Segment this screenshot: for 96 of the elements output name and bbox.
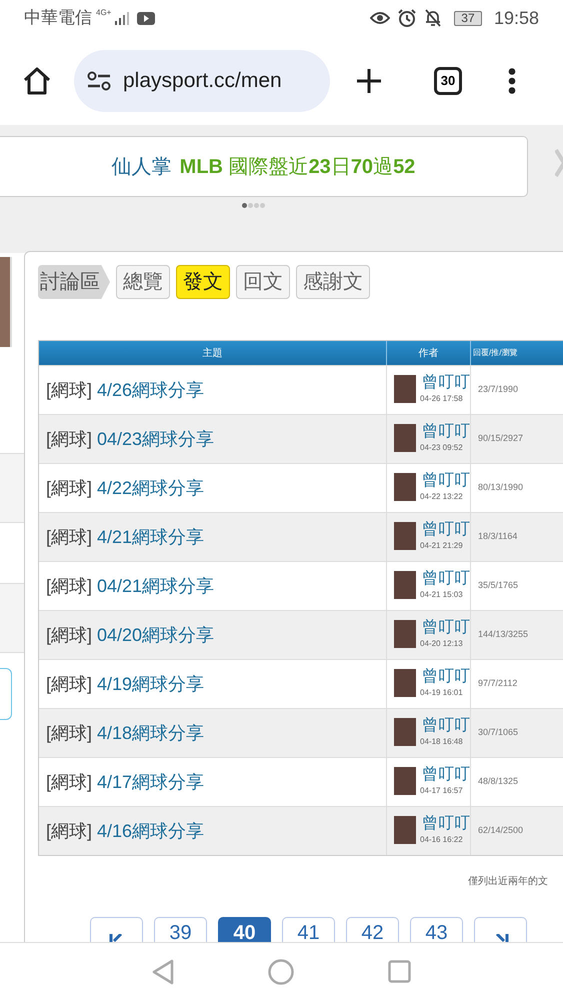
stats-text: 35/5/1765 — [478, 579, 518, 592]
author-link[interactable]: 曾叮叮 — [422, 423, 470, 441]
stats-text: 62/14/2500 — [478, 824, 524, 838]
carrier-name: 中華電信 — [24, 7, 92, 30]
post-time: 04-21 15:03 — [420, 589, 464, 601]
site-settings-icon — [87, 70, 111, 90]
stats-text: 23/7/1990 — [478, 383, 518, 396]
avatar-placeholder — [394, 718, 416, 746]
category-tag: [網球] — [46, 376, 92, 404]
stats-text: 97/7/2112 — [478, 677, 518, 690]
post-time: 04-22 13:22 — [420, 491, 464, 503]
category-tag: [網球] — [46, 622, 92, 648]
category-tag: [網球] — [46, 426, 92, 452]
analyst-name: 仙人掌 — [112, 154, 172, 180]
post-time: 04-23 09:52 — [420, 442, 464, 454]
address-bar[interactable]: playsport.cc/men — [74, 50, 330, 112]
post-title-link[interactable]: 04/21網球分享 — [97, 572, 214, 600]
post-time: 04-21 21:29 — [420, 540, 464, 552]
page-button[interactable]: 42 — [346, 917, 399, 944]
avatar-placeholder — [394, 620, 416, 648]
post-title-link[interactable]: 04/20網球分享 — [97, 622, 214, 648]
author-link[interactable]: 曾叮叮 — [422, 619, 470, 637]
battery-level: 37 — [454, 10, 482, 26]
tab[interactable]: 回文 — [236, 265, 290, 299]
tab-count-button[interactable]: 30 — [434, 66, 462, 94]
page-button[interactable]: 40 — [218, 917, 271, 944]
stats-text: 30/7/1065 — [478, 726, 518, 740]
home-icon[interactable] — [22, 66, 52, 96]
category-tag: [網球] — [46, 474, 92, 502]
side-button[interactable] — [0, 668, 12, 720]
signal-icon — [115, 11, 130, 25]
category-tag: [網球] — [46, 720, 92, 746]
plus-icon[interactable] — [356, 68, 382, 94]
post-title-link[interactable]: 4/18網球分享 — [97, 720, 204, 746]
stats-text: 80/13/1990 — [478, 481, 524, 494]
clock-time: 19:58 — [494, 6, 539, 30]
author-link[interactable]: 曾叮叮 — [422, 668, 470, 686]
tab[interactable]: 總覽 — [116, 265, 170, 299]
avatar-placeholder — [394, 522, 416, 550]
page-button[interactable]: 41 — [282, 917, 335, 944]
footnote-text: 僅列出近兩年的文 — [468, 874, 548, 889]
url-text: playsport.cc/men — [123, 68, 282, 94]
author-link[interactable]: 曾叮叮 — [422, 570, 470, 588]
author-link[interactable]: 曾叮叮 — [422, 472, 470, 490]
author-link[interactable]: 曾叮叮 — [422, 766, 470, 784]
author-link[interactable]: 曾叮叮 — [422, 815, 470, 833]
record-text: MLB 國際盤近23日70過52 — [180, 154, 416, 180]
category-tag: [網球] — [46, 768, 92, 796]
tab[interactable]: 感謝文 — [296, 265, 370, 299]
avatar-placeholder — [394, 571, 416, 599]
post-time: 04-16 16:22 — [420, 834, 464, 846]
skip-back-icon — [108, 934, 124, 944]
avatar-placeholder — [394, 375, 416, 403]
network-type: 4G+ — [96, 9, 112, 18]
stats-text: 144/13/3255 — [478, 628, 528, 642]
post-time: 04-20 12:13 — [420, 638, 464, 650]
post-time: 04-26 17:58 — [420, 393, 464, 405]
avatar-placeholder — [394, 767, 416, 795]
post-title-link[interactable]: 4/21網球分享 — [97, 524, 204, 550]
muted-bell-icon — [424, 9, 442, 27]
post-title-link[interactable]: 4/16網球分享 — [97, 818, 204, 844]
category-tag: [網球] — [46, 670, 92, 698]
category-tag: [網球] — [46, 818, 92, 844]
last-page-button[interactable] — [474, 917, 527, 944]
post-title-link[interactable]: 4/19網球分享 — [97, 670, 204, 698]
avatar-placeholder — [394, 669, 416, 697]
home-circle-icon[interactable] — [268, 958, 294, 984]
tab[interactable]: 發文 — [176, 265, 230, 299]
recent-apps-icon[interactable] — [388, 960, 411, 983]
stats-text: 18/3/1164 — [478, 530, 518, 544]
video-play-icon — [137, 12, 156, 24]
author-link[interactable]: 曾叮叮 — [422, 521, 470, 539]
eye-icon — [370, 11, 390, 25]
stats-text: 48/8/1325 — [478, 775, 518, 788]
page-button[interactable]: 43 — [410, 917, 463, 944]
category-tag: [網球] — [46, 524, 92, 550]
breadcrumb-label[interactable]: 討論區 — [38, 265, 110, 299]
more-menu-icon[interactable] — [508, 68, 516, 94]
alarm-clock-icon — [398, 9, 416, 27]
post-title-link[interactable]: 4/26網球分享 — [97, 376, 204, 404]
post-title-link[interactable]: 04/23網球分享 — [97, 426, 214, 452]
back-icon[interactable] — [152, 958, 174, 984]
author-link[interactable]: 曾叮叮 — [422, 374, 470, 392]
avatar-placeholder — [394, 473, 416, 501]
category-tag: [網球] — [46, 572, 92, 600]
stats-text: 90/15/2927 — [478, 432, 524, 446]
author-link[interactable]: 曾叮叮 — [422, 717, 470, 735]
post-title-link[interactable]: 4/22網球分享 — [97, 474, 204, 502]
post-time: 04-19 16:01 — [420, 687, 464, 699]
post-time: 04-17 16:57 — [420, 785, 464, 797]
post-time: 04-18 16:48 — [420, 736, 464, 748]
first-page-button[interactable] — [90, 917, 143, 944]
page-button[interactable]: 39 — [154, 917, 207, 944]
avatar-placeholder — [394, 424, 416, 452]
avatar-placeholder — [394, 816, 416, 844]
post-title-link[interactable]: 4/17網球分享 — [97, 768, 204, 796]
